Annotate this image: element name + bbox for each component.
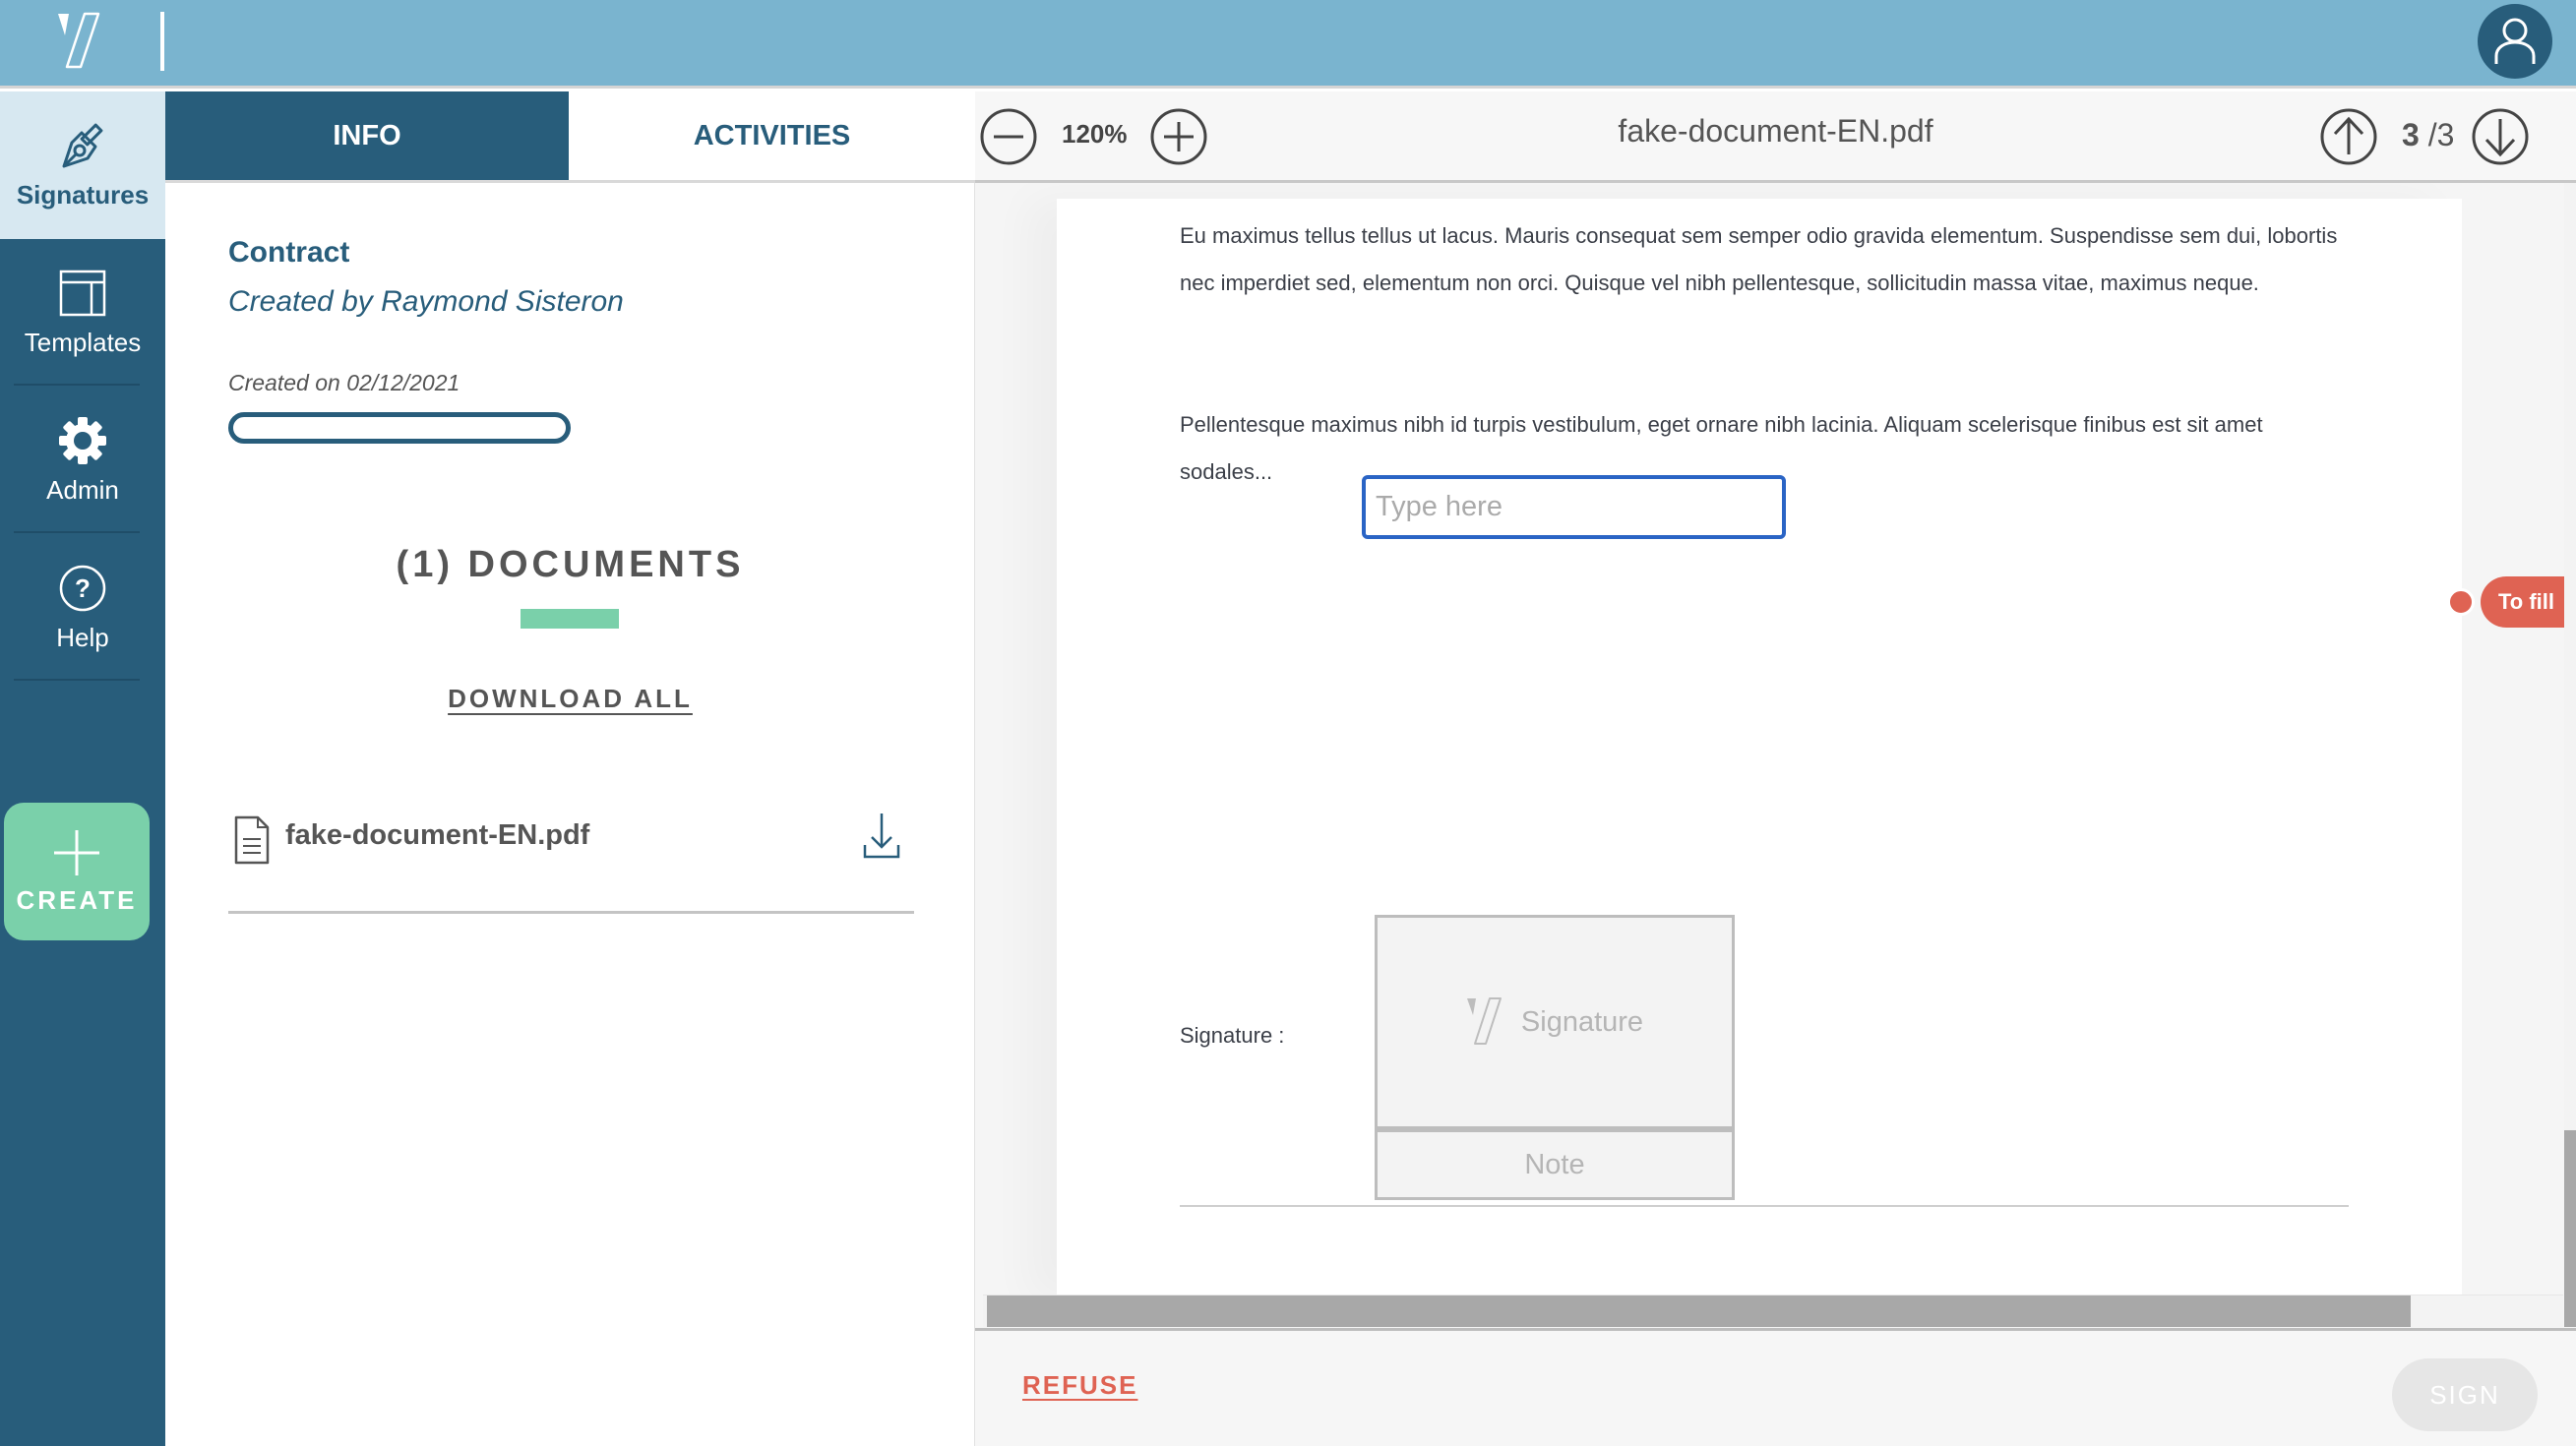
info-tabs: INFO ACTIVITIES (165, 91, 975, 183)
sign-button[interactable]: SIGN (2392, 1358, 2538, 1431)
document-page: Eu maximus tellus tellus ut lacus. Mauri… (1057, 199, 2462, 1295)
next-page-icon[interactable] (2471, 107, 2530, 166)
documents-heading-underline (521, 609, 619, 629)
create-button[interactable]: CREATE (4, 803, 150, 940)
info-panel: INFO ACTIVITIES Contract Created by Raym… (165, 91, 975, 1446)
sidebar-item-label: Admin (46, 474, 119, 505)
refuse-button[interactable]: REFUSE (1022, 1370, 1137, 1401)
previous-page-icon[interactable] (2319, 107, 2378, 166)
viewer-toolbar: 120% fake-document-EN.pdf 3 /3 (975, 91, 2576, 183)
file-icon (234, 815, 270, 865)
sidebar-divider (14, 384, 140, 386)
signature-line (1180, 1205, 2349, 1207)
document-list-item[interactable]: fake-document-EN.pdf (228, 806, 914, 914)
download-all-link[interactable]: DOWNLOAD ALL (165, 684, 975, 714)
document-paragraph: Eu maximus tellus tellus ut lacus. Mauri… (1180, 223, 2338, 295)
page-separator: / (2427, 117, 2437, 152)
sidebar-item-signatures[interactable]: Signatures (0, 91, 165, 239)
sidebar: Signatures Templates Admin ? Help CREATE (0, 91, 165, 1446)
sidebar-item-label: Help (56, 622, 109, 652)
sidebar-item-label: Signatures (16, 179, 150, 210)
sidebar-item-label: Templates (24, 327, 142, 357)
sidebar-divider (14, 531, 140, 533)
yousign-logo-icon[interactable] (55, 12, 104, 71)
sidebar-item-templates[interactable]: Templates (0, 239, 165, 387)
document-name[interactable]: fake-document-EN.pdf (285, 819, 589, 852)
sidebar-item-help[interactable]: ? Help (0, 534, 165, 682)
to-fill-marker[interactable]: To fill (2447, 576, 2564, 628)
contract-title: Contract (228, 236, 350, 269)
tab-info[interactable]: INFO (165, 91, 569, 180)
viewer-footer: REFUSE SIGN (975, 1328, 2576, 1446)
vertical-scrollbar-thumb[interactable] (2564, 1130, 2576, 1327)
page-indicator: 3 /3 (2402, 117, 2454, 153)
signature-field-label: Signature (1520, 1005, 1644, 1038)
yousign-logo-icon (1466, 997, 1502, 1045)
signature-field[interactable]: Signature (1375, 915, 1735, 1129)
tab-activities[interactable]: ACTIVITIES (569, 91, 975, 180)
horizontal-scrollbar-thumb[interactable] (987, 1295, 2411, 1327)
note-field-label: Note (1524, 1148, 1585, 1180)
gear-icon (59, 416, 106, 464)
vertical-scrollbar[interactable] (2564, 183, 2576, 1327)
sidebar-divider (14, 679, 140, 681)
created-by: Created by Raymond Sisteron (228, 285, 624, 318)
create-label: CREATE (16, 884, 138, 915)
user-avatar-button[interactable] (2478, 4, 2552, 79)
to-fill-badge[interactable]: To fill (2481, 576, 2564, 628)
sidebar-item-admin[interactable]: Admin (0, 387, 165, 534)
top-bar (0, 0, 2576, 89)
layout-template-icon (59, 270, 106, 316)
created-on-date: Created on 02/12/2021 (228, 370, 460, 395)
signature-label: Signature : (1180, 1023, 1285, 1048)
signature-progress-bar (228, 412, 571, 444)
logo-divider (160, 12, 164, 71)
plus-icon (54, 829, 99, 875)
note-field[interactable]: Note (1375, 1129, 1735, 1200)
total-pages: 3 (2436, 117, 2455, 152)
horizontal-scrollbar[interactable] (983, 1295, 2563, 1327)
documents-heading: (1) DOCUMENTS (396, 544, 745, 585)
user-avatar-icon (2494, 18, 2536, 64)
svg-text:?: ? (75, 573, 91, 603)
current-page: 3 (2402, 117, 2420, 152)
to-fill-dot (2447, 588, 2475, 616)
download-icon[interactable] (862, 812, 901, 861)
fill-text-input[interactable] (1362, 475, 1786, 539)
question-circle-icon: ? (59, 565, 106, 611)
document-viewer: 120% fake-document-EN.pdf 3 /3 Eu maximu… (975, 91, 2576, 1446)
fountain-pen-icon (62, 123, 103, 167)
page-scroll-area[interactable]: Eu maximus tellus tellus ut lacus. Mauri… (975, 183, 2564, 1295)
